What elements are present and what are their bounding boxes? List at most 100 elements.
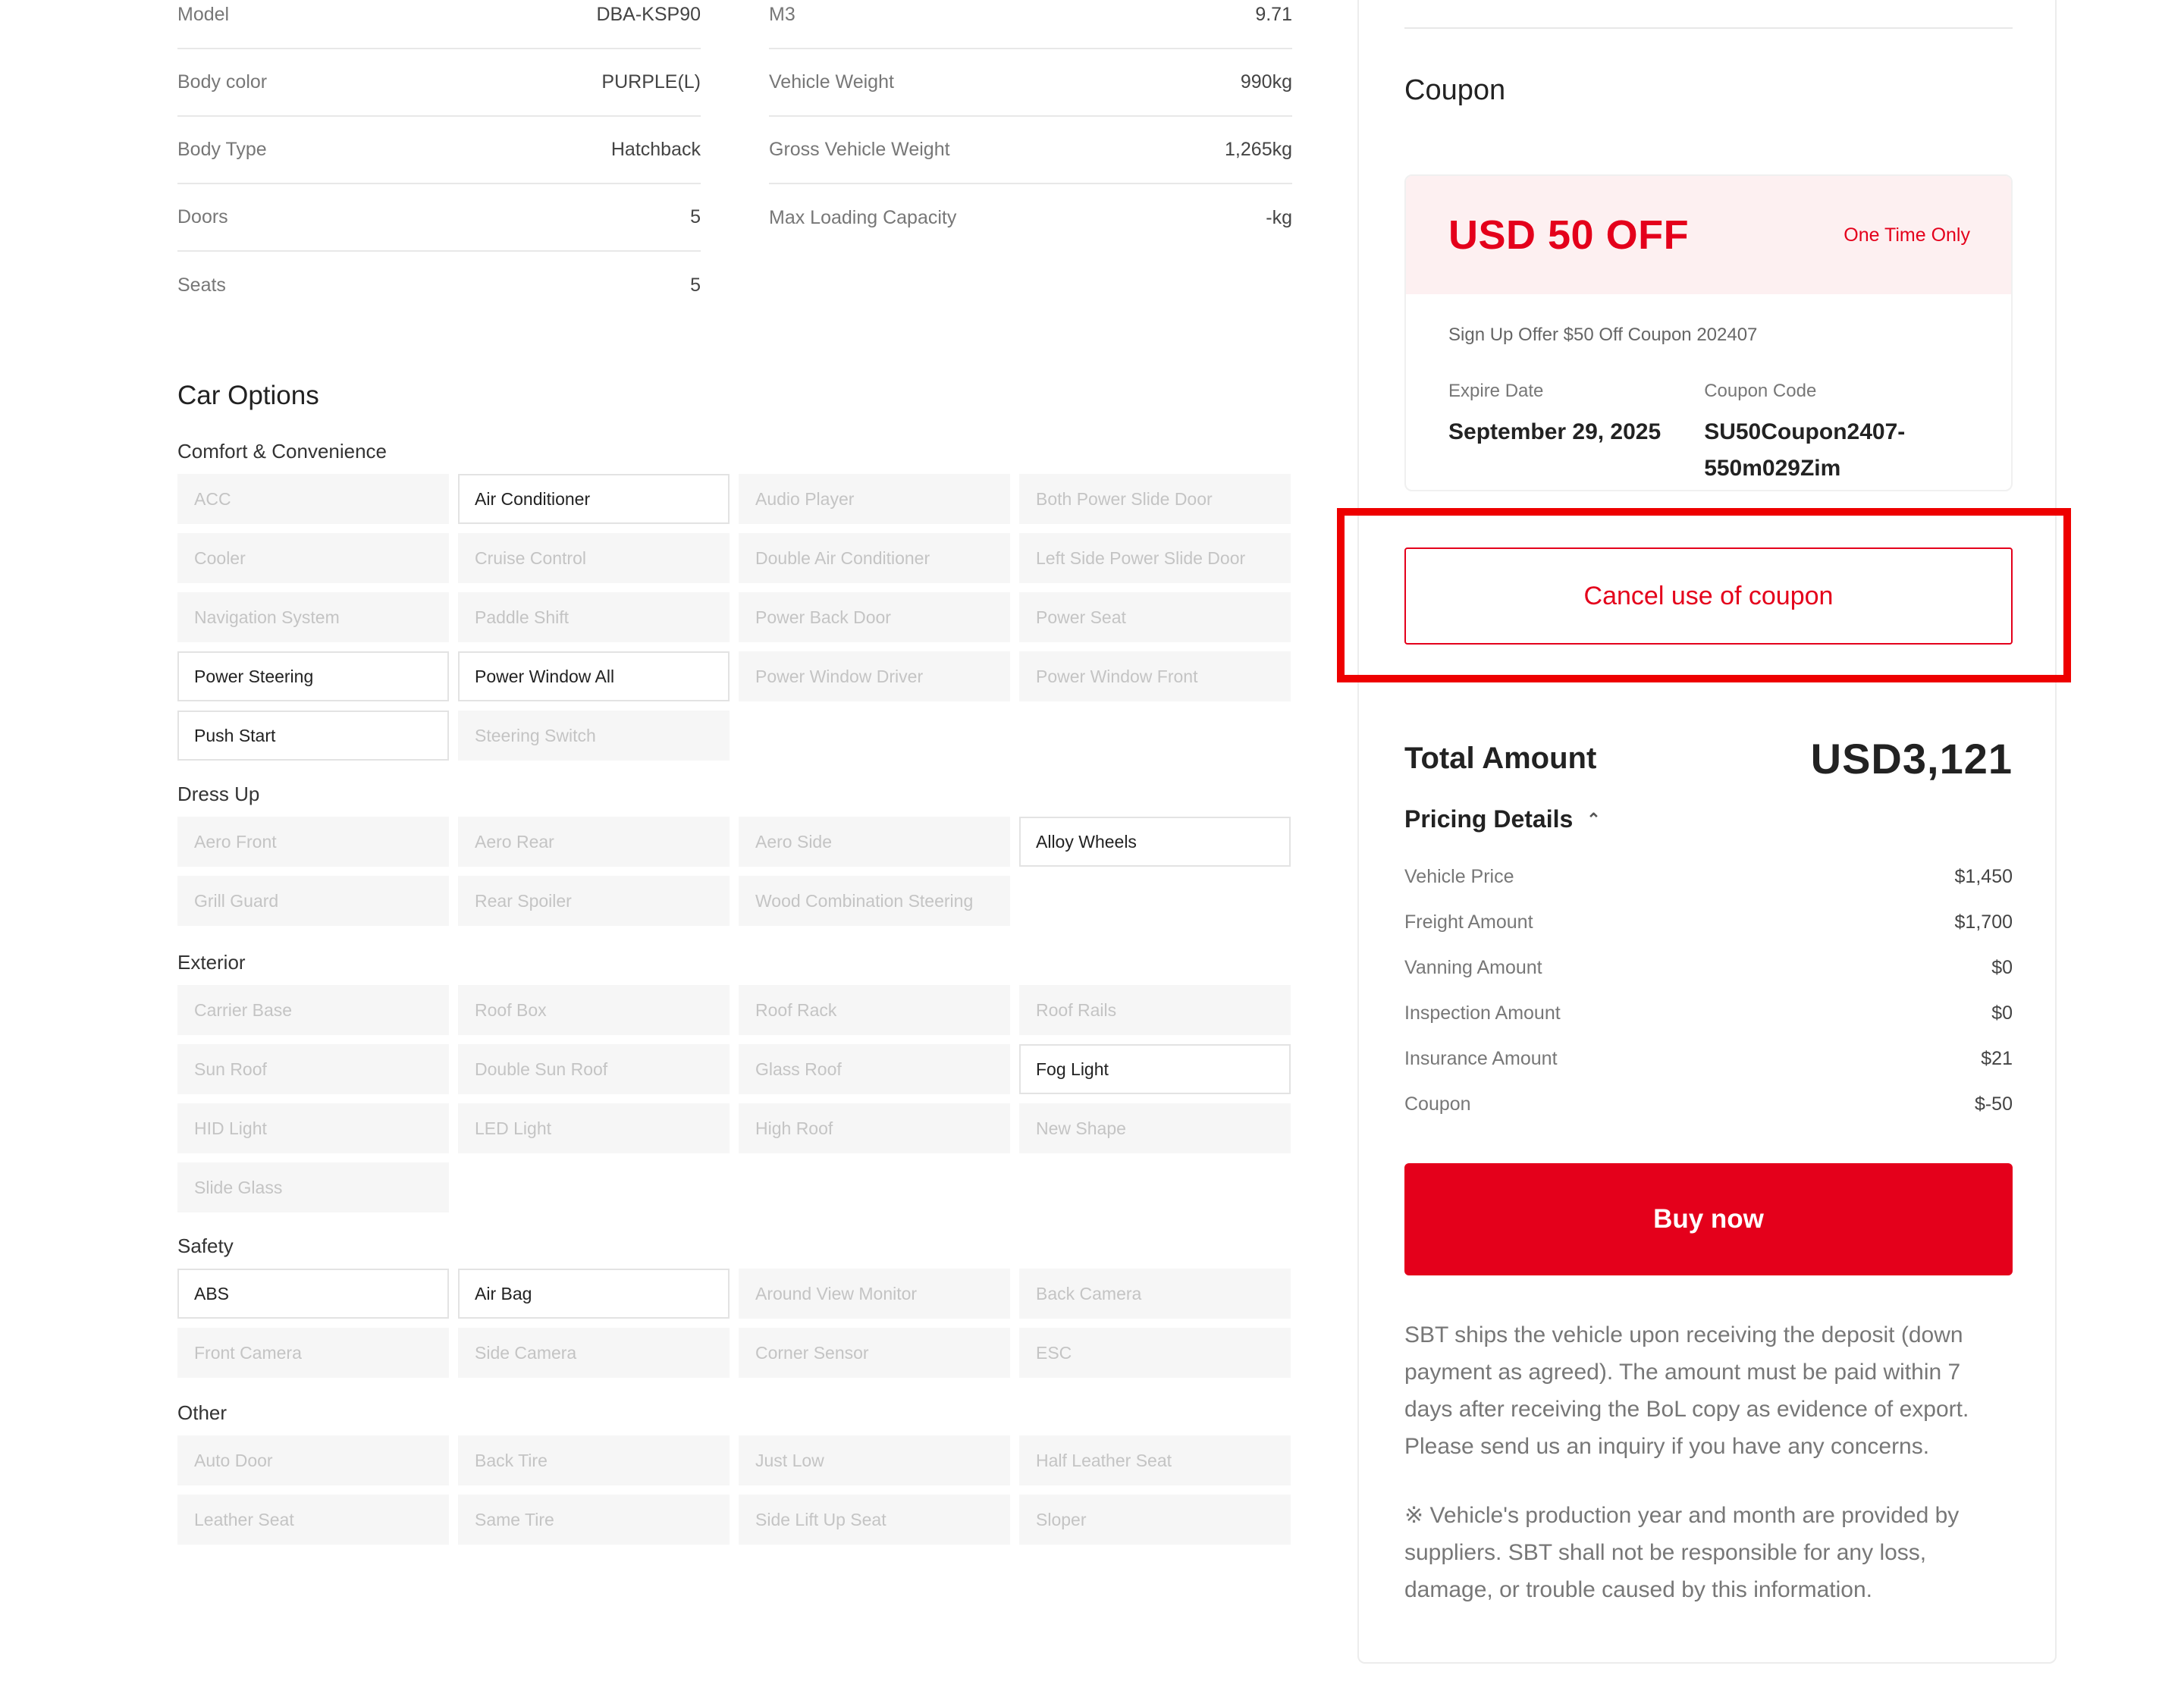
option-chip: Glass Roof xyxy=(739,1044,1010,1094)
spec-value: 5 xyxy=(690,274,701,296)
spec-value: 9.71 xyxy=(1255,4,1292,25)
option-chip: Both Power Slide Door xyxy=(1019,474,1291,524)
price-label: Inspection Amount xyxy=(1404,1002,1561,1024)
option-chip: Paddle Shift xyxy=(458,592,730,642)
coupon-code-label: Coupon Code xyxy=(1704,381,1817,401)
coupon-amount: USD 50 OFF xyxy=(1448,212,1690,258)
spec-value: 1,265kg xyxy=(1225,139,1292,160)
option-chip: Steering Switch xyxy=(458,711,730,761)
spec-row-seats: Seats 5 xyxy=(177,252,701,319)
spec-row-body-color: Body color PURPLE(L) xyxy=(177,49,701,117)
option-chip: HID Light xyxy=(177,1103,449,1153)
option-chip: Auto Door xyxy=(177,1435,449,1485)
option-chip: Rear Spoiler xyxy=(458,876,730,926)
production-note: ※ Vehicle's production year and month ar… xyxy=(1404,1503,1960,1602)
pricing-details-list: Vehicle Price $1,450 Freight Amount $1,700… xyxy=(1404,854,2013,1127)
option-chip: Power Seat xyxy=(1019,592,1291,642)
spec-label: Seats xyxy=(177,274,226,296)
price-row-coupon: Coupon $-50 xyxy=(1404,1081,2013,1127)
option-chip: LED Light xyxy=(458,1103,730,1153)
price-row-insurance: Insurance Amount $21 xyxy=(1404,1036,2013,1081)
coupon-section-title: Coupon xyxy=(1404,74,1506,106)
option-chip: Cruise Control xyxy=(458,533,730,583)
coupon-description: Sign Up Offer $50 Off Coupon 202407 xyxy=(1448,325,1758,345)
option-chip: Slide Glass xyxy=(177,1162,449,1212)
options-grid-comfort: ACC Air Conditioner Audio Player Both Power… xyxy=(177,474,1292,761)
option-chip: Roof Box xyxy=(458,985,730,1035)
spec-value: 990kg xyxy=(1240,71,1292,93)
price-row-vanning: Vanning Amount $0 xyxy=(1404,945,2013,990)
option-chip: Air Conditioner xyxy=(458,474,730,524)
option-chip: Double Air Conditioner xyxy=(739,533,1010,583)
coupon-card-body: Sign Up Offer $50 Off Coupon 202407 Expi… xyxy=(1406,294,2011,487)
coupon-card-header: USD 50 OFF One Time Only xyxy=(1406,176,2011,294)
spec-row-m3: M3 9.71 xyxy=(769,0,1292,49)
option-chip: Double Sun Roof xyxy=(458,1044,730,1094)
pricing-details-toggle[interactable]: Pricing Details ⌃ xyxy=(1404,805,1601,833)
spec-row-model: Model DBA-KSP90 xyxy=(177,0,701,49)
option-chip: Air Bag xyxy=(458,1269,730,1319)
option-chip: Navigation System xyxy=(177,592,449,642)
option-chip: Side Lift Up Seat xyxy=(739,1495,1010,1545)
buy-now-button[interactable]: Buy now xyxy=(1404,1163,2013,1275)
coupon-card: USD 50 OFF One Time Only Sign Up Offer $… xyxy=(1404,174,2013,491)
spec-value: Hatchback xyxy=(610,139,701,160)
option-chip: Carrier Base xyxy=(177,985,449,1035)
option-chip: Fog Light xyxy=(1019,1044,1291,1094)
options-grid-other: Auto Door Back Tire Just Low Half Leather S… xyxy=(177,1435,1292,1545)
pricing-details-label: Pricing Details xyxy=(1404,805,1574,833)
option-chip: Roof Rails xyxy=(1019,985,1291,1035)
option-chip: Alloy Wheels xyxy=(1019,817,1291,867)
option-chip: ABS xyxy=(177,1269,449,1319)
price-label: Vehicle Price xyxy=(1404,865,1514,887)
options-grid-exterior: Carrier Base Roof Box Roof Rack Roof Rails S… xyxy=(177,985,1292,1212)
spec-table: Model DBA-KSP90 Body color PURPLE(L) Body … xyxy=(177,0,1292,319)
vehicle-details: Model DBA-KSP90 Body color PURPLE(L) Body … xyxy=(177,0,1292,1545)
price-value: $1,450 xyxy=(1954,865,2013,887)
price-label: Vanning Amount xyxy=(1404,956,1542,978)
spec-value: -kg xyxy=(1266,207,1292,228)
price-label: Coupon xyxy=(1404,1093,1471,1115)
price-label: Insurance Amount xyxy=(1404,1047,1558,1069)
option-chip: Wood Combination Steering xyxy=(739,876,1010,926)
category-title-comfort: Comfort & Convenience xyxy=(177,440,388,463)
category-title-dress-up: Dress Up xyxy=(177,783,260,805)
option-chip: Aero Side xyxy=(739,817,1010,867)
divider xyxy=(1404,27,2013,29)
option-chip: Leather Seat xyxy=(177,1495,449,1545)
total-amount-label: Total Amount xyxy=(1404,742,1597,775)
option-chip: Just Low xyxy=(739,1435,1010,1485)
category-title-safety: Safety xyxy=(177,1234,234,1257)
spec-label: Doors xyxy=(177,206,228,227)
spec-label: M3 xyxy=(769,4,795,25)
option-chip: Corner Sensor xyxy=(739,1328,1010,1378)
option-chip: Power Window Driver xyxy=(739,651,1010,701)
options-grid-safety: ABS Air Bag Around View Monitor Back Camera… xyxy=(177,1269,1292,1378)
coupon-meta: Expire Date September 29, 2025 Coupon Co… xyxy=(1448,381,1969,487)
option-chip: Back Camera xyxy=(1019,1269,1291,1319)
option-chip: Back Tire xyxy=(458,1435,730,1485)
spec-column-left: Model DBA-KSP90 Body color PURPLE(L) Body … xyxy=(177,0,701,319)
spec-label: Body Type xyxy=(177,139,267,160)
option-chip: Front Camera xyxy=(177,1328,449,1378)
price-value: $0 xyxy=(1991,1002,2013,1024)
coupon-expire: Expire Date September 29, 2025 xyxy=(1448,381,1704,487)
expire-date-label: Expire Date xyxy=(1448,381,1544,401)
option-chip: Power Steering xyxy=(177,651,449,701)
option-chip: Around View Monitor xyxy=(739,1269,1010,1319)
option-chip: Half Leather Seat xyxy=(1019,1435,1291,1485)
price-value: $1,700 xyxy=(1954,911,2013,933)
coupon-code: Coupon Code SU50Coupon2407-550m029Zim xyxy=(1704,381,1969,487)
options-grid-dress-up: Aero Front Aero Rear Aero Side Alloy Wheels… xyxy=(177,817,1292,926)
spec-label: Vehicle Weight xyxy=(769,71,894,93)
option-chip: New Shape xyxy=(1019,1103,1291,1153)
price-row-vehicle: Vehicle Price $1,450 xyxy=(1404,854,2013,899)
cancel-coupon-button[interactable]: Cancel use of coupon xyxy=(1404,547,2013,645)
spec-value: DBA-KSP90 xyxy=(596,4,701,25)
expire-date-value: September 29, 2025 xyxy=(1448,419,1662,444)
option-chip: ESC xyxy=(1019,1328,1291,1378)
option-chip: Grill Guard xyxy=(177,876,449,926)
price-value: $21 xyxy=(1981,1047,2013,1069)
spec-column-right: M3 9.71 Vehicle Weight 990kg Gross Vehicle… xyxy=(769,0,1292,319)
spec-row-max-loading: Max Loading Capacity -kg xyxy=(769,184,1292,252)
